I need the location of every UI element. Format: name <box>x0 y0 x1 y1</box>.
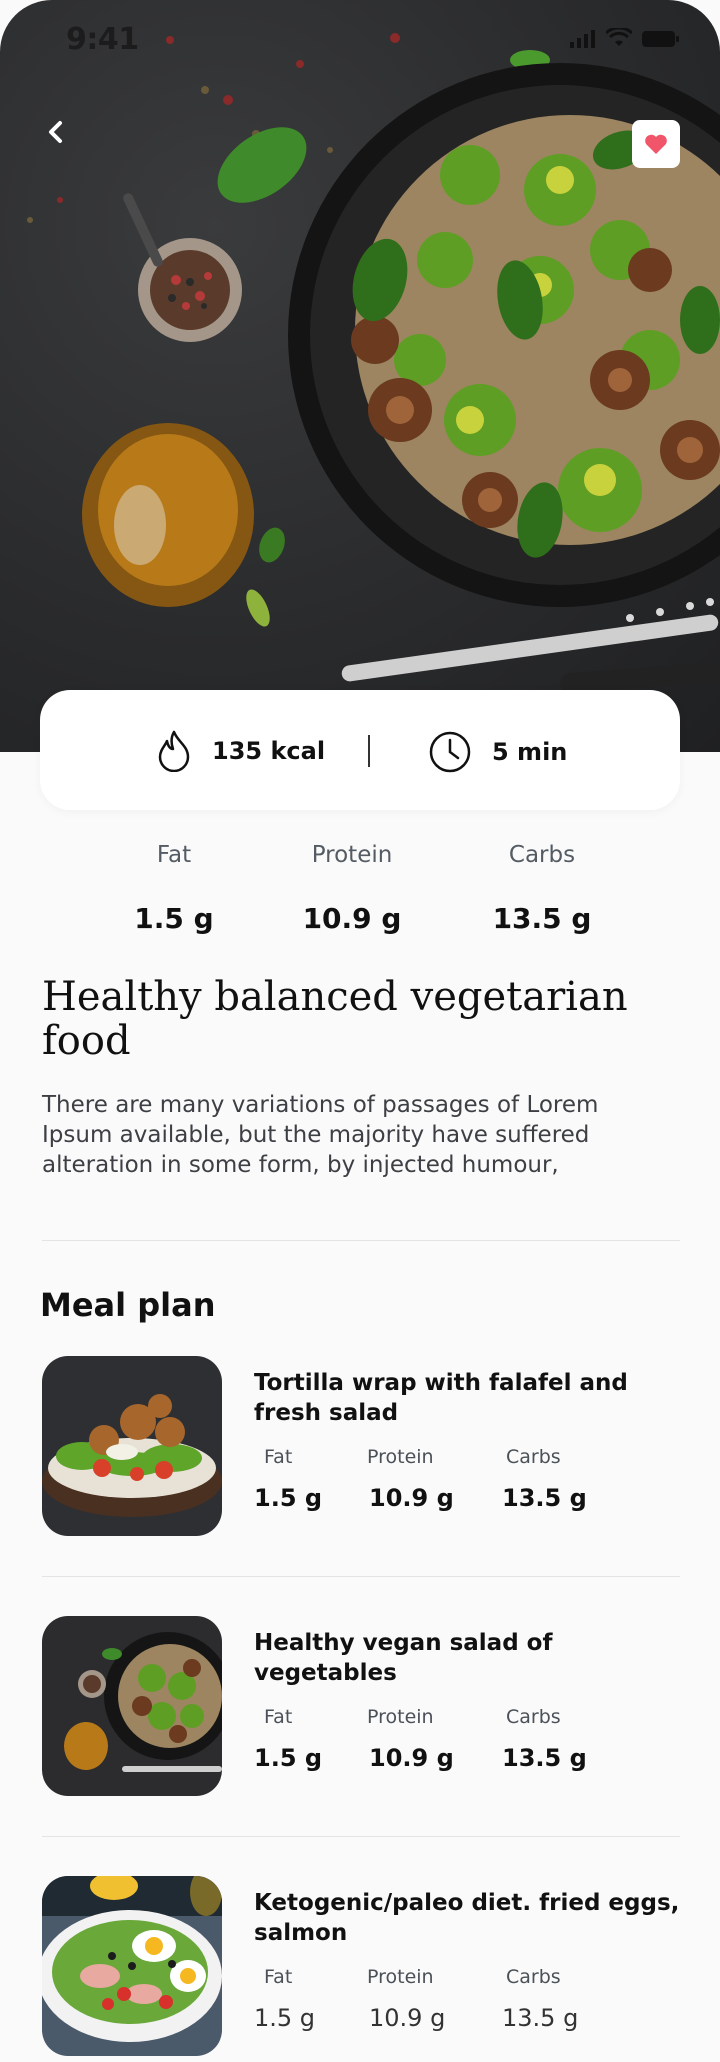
chevron-left-icon <box>49 121 62 143</box>
meal-item[interactable]: Healthy vegan salad of vegetables Fat 1.… <box>0 1616 720 1816</box>
meal-protein: Protein 10.9 g <box>367 1966 445 2032</box>
meal-fat-label: Fat <box>264 1966 293 1988</box>
time-info: 5 min <box>428 730 567 774</box>
meal-item[interactable]: Ketogenic/paleo diet. fried eggs, salmon… <box>0 1876 720 2062</box>
section-divider <box>42 1240 680 1241</box>
meal-protein-label: Protein <box>367 1446 434 1468</box>
info-divider <box>368 735 370 767</box>
clock-icon <box>429 731 471 773</box>
meal-carbs-value: 13.5 g <box>502 2004 579 2032</box>
status-bar: 9:41 <box>0 0 720 80</box>
time-value: 5 min <box>492 738 568 766</box>
meal-protein: Protein 10.9 g <box>367 1706 454 1772</box>
meal-fat-label: Fat <box>264 1706 293 1728</box>
heart-icon <box>645 134 667 154</box>
meal-carbs: Carbs 13.5 g <box>502 1706 587 1772</box>
signal-icon <box>570 30 595 48</box>
falafel-photo <box>42 1356 222 1536</box>
meal-carbs: Carbs 13.5 g <box>502 1446 587 1512</box>
meal-plan-heading: Meal plan <box>40 1286 216 1324</box>
nutrient-value: 10.9 g <box>302 902 402 935</box>
meal-thumbnail <box>42 1616 222 1796</box>
nutrient-label: Carbs <box>508 842 576 868</box>
recipe-screen: 9:41 135 kcal 5 min Fat 1.5 g Protein 10… <box>0 0 720 2062</box>
meal-fat: Fat 1.5 g <box>254 1446 322 1512</box>
nutrient-label: Protein <box>311 842 393 868</box>
meal-carbs-label: Carbs <box>506 1706 561 1728</box>
favorite-button[interactable] <box>632 120 680 168</box>
calories-value: 135 kcal <box>212 737 326 765</box>
nutrient-protein: Protein 10.9 g <box>292 842 412 935</box>
vegan-salad-photo <box>42 1616 222 1796</box>
meal-carbs-label: Carbs <box>506 1446 561 1468</box>
keto-salad-photo <box>42 1876 222 2056</box>
meal-fat-label: Fat <box>264 1446 293 1468</box>
meal-name: Tortilla wrap with falafel and fresh sal… <box>254 1370 628 1426</box>
meal-protein-value: 10.9 g <box>369 1484 454 1512</box>
back-button[interactable] <box>36 112 76 152</box>
meal-divider <box>42 1836 680 1837</box>
meal-protein-value: 10.9 g <box>369 2004 446 2032</box>
meal-protein-label: Protein <box>367 1966 434 1988</box>
nutrient-label: Fat <box>156 842 192 868</box>
meal-fat-value: 1.5 g <box>254 1484 323 1512</box>
meal-item[interactable]: Tortilla wrap with falafel and fresh sal… <box>0 1356 720 1556</box>
meal-carbs-value: 13.5 g <box>502 1744 587 1772</box>
meal-carbs-label: Carbs <box>506 1966 561 1988</box>
meal-divider <box>42 1576 680 1577</box>
meal-fat: Fat 1.5 g <box>254 1706 322 1772</box>
nutrient-carbs: Carbs 13.5 g <box>482 842 602 935</box>
meal-carbs-value: 13.5 g <box>502 1484 587 1512</box>
meal-carbs: Carbs 13.5 g <box>502 1966 578 2032</box>
meal-protein: Protein 10.9 g <box>367 1446 454 1512</box>
battery-icon <box>642 31 679 47</box>
status-time: 9:41 <box>66 22 139 57</box>
nutrient-fat: Fat 1.5 g <box>124 842 224 935</box>
wifi-icon <box>606 28 632 46</box>
meal-thumbnail <box>42 1876 222 2056</box>
meal-protein-value: 10.9 g <box>369 1744 454 1772</box>
recipe-title: Healthy balanced vegetarian food <box>42 974 628 1064</box>
meal-fat: Fat 1.5 g <box>254 1966 315 2032</box>
status-icons <box>570 28 680 48</box>
recipe-description: There are many variations of passages of… <box>42 1092 599 1178</box>
info-card: 135 kcal 5 min <box>40 690 680 810</box>
hero-image: 9:41 <box>0 0 720 752</box>
meal-protein-label: Protein <box>367 1706 434 1728</box>
food-photo <box>27 33 720 693</box>
meal-thumbnail <box>42 1356 222 1536</box>
meal-fat-value: 1.5 g <box>254 2004 316 2032</box>
meal-name: Healthy vegan salad of vegetables <box>254 1630 553 1686</box>
meal-fat-value: 1.5 g <box>254 1744 323 1772</box>
meal-name: Ketogenic/paleo diet. fried eggs, salmon <box>254 1890 680 1946</box>
flame-icon <box>158 730 190 772</box>
calories-info: 135 kcal <box>156 730 325 772</box>
nutrient-value: 13.5 g <box>492 902 592 935</box>
nutrient-value: 1.5 g <box>134 902 214 935</box>
